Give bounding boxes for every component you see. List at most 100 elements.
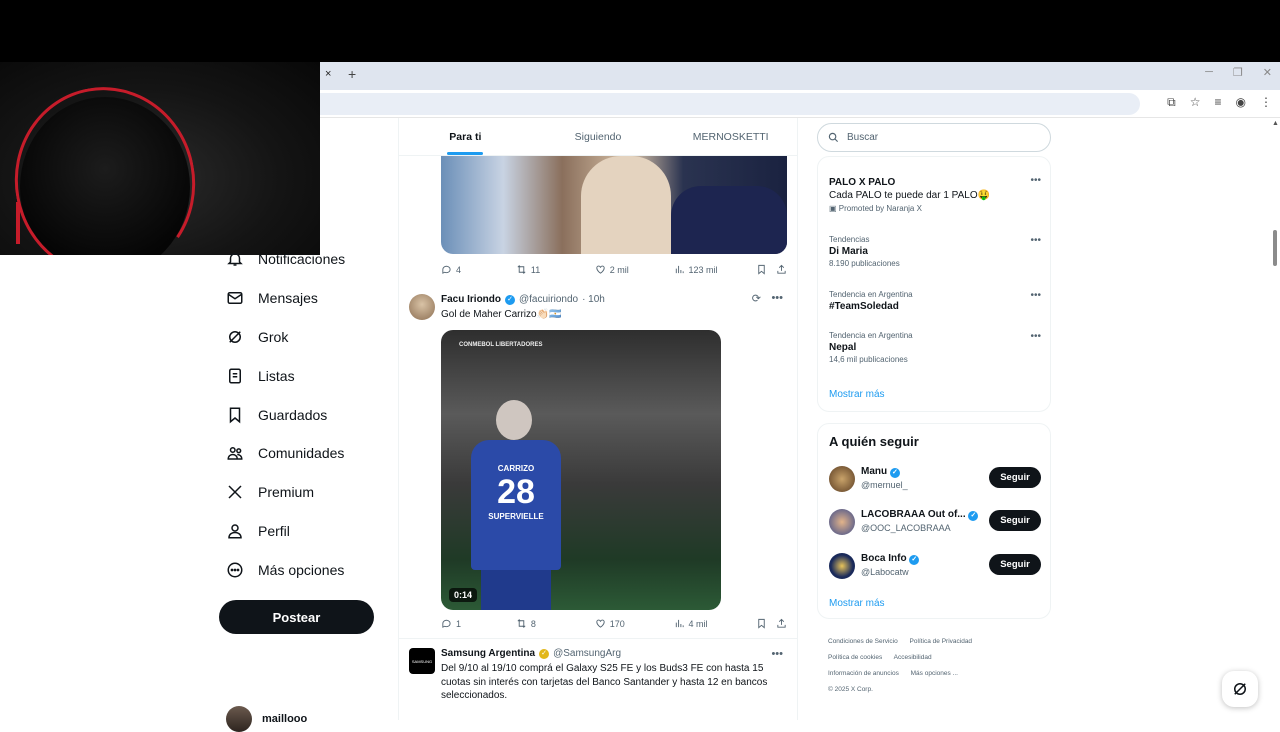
follow-suggestion[interactable]: Manu ✓ @mernuel_ Seguir [829,464,1041,494]
more-options-icon[interactable]: ••• [1030,235,1041,246]
video-duration: 0:14 [449,588,478,602]
restore-icon[interactable]: ❐ [1233,66,1243,79]
follow-suggestion[interactable]: LACOBRAAA Out of... ✓ @OOC_LACOBRAAA Seg… [829,507,1041,537]
avatar[interactable] [829,466,855,492]
reply-button[interactable]: 4 [441,264,516,275]
nav-item-lists[interactable]: Listas [218,356,388,395]
author-name[interactable]: Facu Iriondo [441,294,501,305]
follow-suggestion[interactable]: Boca Info ✓ @Labocatw Seguir [829,551,1041,581]
post-button[interactable]: Postear [219,600,374,634]
nav-item-premium[interactable]: Premium [218,473,388,512]
more-options-icon[interactable]: ••• [1030,331,1041,342]
install-app-icon[interactable]: ⧉ [1167,95,1176,110]
more-options-icon[interactable]: ••• [771,648,783,660]
left-navigation: Notificaciones Mensajes Grok Listas Guar… [218,240,388,589]
trend-count: 14,6 mil publicaciones [829,355,908,364]
like-button[interactable]: 2 mil [595,264,674,275]
footer-link[interactable]: Información de anuncios [828,670,899,677]
footer-link[interactable]: Política de Privacidad [910,638,973,645]
author-handle[interactable]: @SamsungArg [553,648,621,659]
new-tab-button[interactable]: + [348,66,356,82]
scroll-up-arrow-icon[interactable]: ▲ [1272,120,1279,127]
footer-link[interactable]: Condiciones de Servicio [828,638,898,645]
x-logo-icon [228,485,242,499]
verified-badge-icon: ✓ [909,555,920,565]
share-icon [777,264,786,274]
author-name[interactable]: Samsung Argentina [441,648,535,659]
photo-person [581,156,671,254]
views-button[interactable]: 4 mil [674,618,757,629]
promoted-label: ▣ Promoted by Naranja X [829,204,922,213]
person-icon [228,524,242,539]
nav-item-messages[interactable]: Mensajes [218,279,388,318]
reply-icon [442,619,451,628]
trend-context: Tendencias [829,235,870,244]
like-count: 170 [609,618,625,629]
nav-item-notifications[interactable]: Notificaciones [218,240,388,279]
account-switcher[interactable]: maillooo [226,706,307,732]
views-icon [675,619,684,628]
avatar[interactable] [829,553,855,579]
close-window-icon[interactable]: ✕ [1263,66,1272,79]
nav-item-grok[interactable]: Grok [218,318,388,357]
bookmark-button[interactable] [756,264,776,275]
who-to-follow-title: A quién seguir [829,434,919,449]
trends-show-more-link[interactable]: Mostrar más [829,389,885,400]
avatar[interactable]: SAMSUNG [409,648,435,674]
repost-icon [517,619,526,628]
nav-item-more-options[interactable]: Más opciones [218,550,388,589]
suggestion-handle: @Labocatw [861,567,909,577]
minimize-icon[interactable]: ─ [1205,66,1213,79]
repost-button[interactable]: 11 [516,264,595,275]
tab-for-you[interactable]: Para ti [399,118,532,155]
tweet-video[interactable]: CONMEBOL LIBERTADORES CARRIZO 28 SUPERVI… [441,330,721,610]
menu-icon[interactable]: ⋮ [1260,95,1272,110]
footer-link[interactable]: Accesibilidad [894,654,932,661]
trend-item[interactable]: Tendencias Di Maria 8.190 publicaciones … [829,235,1041,268]
profile-icon[interactable]: ◉ [1236,95,1246,110]
author-handle[interactable]: @facuiriondo [519,294,578,305]
share-button[interactable] [776,618,787,629]
footer-links: Condiciones de Servicio Política de Priv… [828,634,1048,698]
trend-item[interactable]: Tendencia en Argentina #TeamSoledad ••• [829,290,1041,312]
url-field[interactable] [320,93,1140,115]
avatar[interactable] [829,509,855,535]
grok-button[interactable] [1222,671,1258,707]
tweet-image[interactable] [441,156,787,254]
heart-icon [596,619,605,628]
avatar[interactable] [409,294,435,320]
nav-item-communities[interactable]: Comunidades [218,434,388,473]
search-box[interactable]: Buscar [817,123,1051,152]
follow-show-more-link[interactable]: Mostrar más [829,598,885,609]
more-options-icon[interactable]: ••• [771,292,783,304]
nav-item-profile[interactable]: Perfil [218,512,388,551]
nav-item-bookmarks[interactable]: Guardados [218,395,388,434]
bookmark-button[interactable] [756,618,776,629]
star-icon[interactable]: ☆ [1190,95,1201,110]
tab-following[interactable]: Siguiendo [532,118,665,155]
tweet-time[interactable]: · 10h [582,294,605,305]
follow-button[interactable]: Seguir [989,467,1041,488]
bookmark-icon [229,407,241,423]
media-icon[interactable]: ≡ [1215,95,1222,110]
footer-link[interactable]: Más opciones ... [911,670,958,677]
bookmark-icon [758,618,766,629]
views-button[interactable]: 123 mil [674,264,757,275]
share-button[interactable] [776,264,787,275]
footer-link[interactable]: Política de cookies [828,654,882,661]
like-button[interactable]: 170 [595,618,674,629]
reply-button[interactable]: 1 [441,618,516,629]
tab-close-icon[interactable]: × [325,68,331,80]
tab-list-mernosketti[interactable]: MERNOSKETTI [664,118,797,155]
grok-icon[interactable]: ⟳ [752,292,761,305]
jersey-name: CARRIZO [497,464,535,473]
repost-button[interactable]: 8 [516,618,595,629]
trend-item[interactable]: Tendencia en Argentina Nepal 14,6 mil pu… [829,331,1041,364]
more-options-icon[interactable]: ••• [1030,175,1041,186]
follow-button[interactable]: Seguir [989,554,1041,575]
more-options-icon[interactable]: ••• [1030,290,1041,301]
follow-button[interactable]: Seguir [989,510,1041,531]
scrollbar-thumb[interactable] [1273,230,1277,266]
trend-item[interactable]: PALO X PALO Cada PALO te puede dar 1 PAL… [829,175,1041,213]
browser-address-bar: ⧉ ☆ ≡ ◉ ⋮ [320,90,1280,118]
